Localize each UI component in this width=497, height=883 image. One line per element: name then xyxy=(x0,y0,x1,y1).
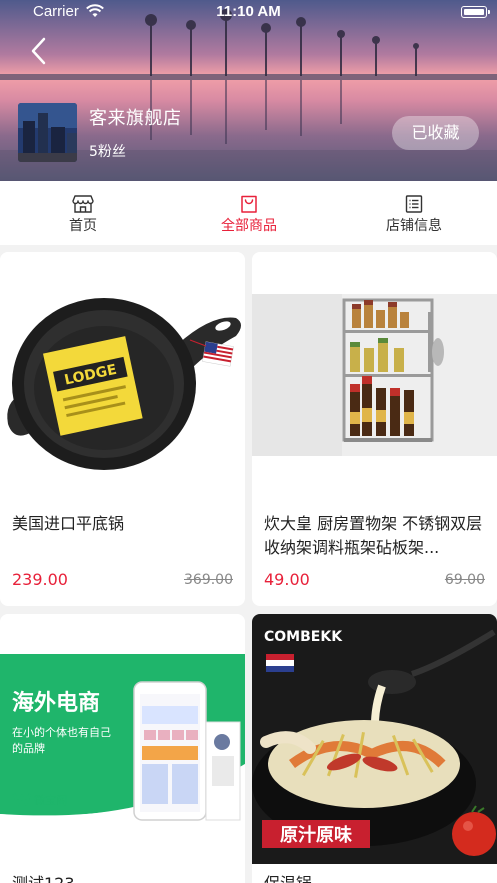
shop-avatar xyxy=(18,103,77,162)
tab-home[interactable]: 首页 xyxy=(0,181,166,245)
banner-subline: 在小的个体也有自己 xyxy=(12,725,111,739)
product-image-brand-text: COMBEKK xyxy=(264,629,343,645)
document-list-icon xyxy=(405,195,423,213)
shop-header: Carrier 11:10 AM 客来旗舰店 5粉丝 已收藏 xyxy=(0,0,497,181)
product-card[interactable]: COMBEKK 原汁原味 保温锅 xyxy=(252,614,497,883)
product-image-caption: 原汁原味 xyxy=(280,824,352,846)
product-original-price: 69.00 xyxy=(444,572,485,588)
tab-all-products[interactable]: 全部商品 xyxy=(166,181,332,245)
tab-shop-info-label: 店铺信息 xyxy=(386,218,442,234)
product-image: 海外电商 在小的个体也有自己 的品牌 微宝阁 xyxy=(0,614,245,864)
banner-headline: 海外电商 xyxy=(12,690,100,716)
tab-home-label: 首页 xyxy=(69,218,97,234)
product-price: 239.00 xyxy=(12,570,68,589)
banner-subline: 的品牌 xyxy=(12,741,45,755)
product-title: 保温锅 xyxy=(264,872,485,883)
banner-brand: 微宝阁 xyxy=(34,793,67,807)
shopping-bag-icon xyxy=(241,195,257,213)
product-title: 美国进口平底锅 xyxy=(12,514,125,533)
product-card[interactable]: 海外电商 在小的个体也有自己 的品牌 微宝阁 测试123 xyxy=(0,614,245,883)
back-arrow-icon[interactable] xyxy=(26,36,52,66)
product-card[interactable]: LODGE 美国进口平底锅 239.00 369.00 xyxy=(0,252,245,606)
favorited-button[interactable]: 已收藏 xyxy=(392,116,479,150)
shop-fans-count: 5粉丝 xyxy=(89,144,126,160)
shop-name: 客来旗舰店 xyxy=(89,108,182,129)
product-title: 炊大皇 厨房置物架 不锈钢双层收纳架调料瓶架砧板架... xyxy=(264,514,483,557)
tab-shop-info[interactable]: 店铺信息 xyxy=(331,181,497,245)
storefront-icon xyxy=(72,195,94,213)
shop-tab-bar: 首页 全部商品 店铺信息 xyxy=(0,181,497,245)
status-bar: Carrier 11:10 AM xyxy=(0,0,497,24)
product-image: LODGE xyxy=(0,252,245,502)
product-title: 测试123 xyxy=(12,872,233,883)
product-original-price: 369.00 xyxy=(184,572,233,588)
product-price: 49.00 xyxy=(264,570,310,589)
tab-all-products-label: 全部商品 xyxy=(221,218,277,234)
battery-icon xyxy=(461,6,490,18)
status-time: 11:10 AM xyxy=(216,3,281,20)
product-image: COMBEKK 原汁原味 xyxy=(252,614,497,864)
product-image xyxy=(252,252,497,502)
product-card[interactable]: 炊大皇 厨房置物架 不锈钢双层收纳架调料瓶架砧板架... 49.00 69.00 xyxy=(252,252,497,606)
